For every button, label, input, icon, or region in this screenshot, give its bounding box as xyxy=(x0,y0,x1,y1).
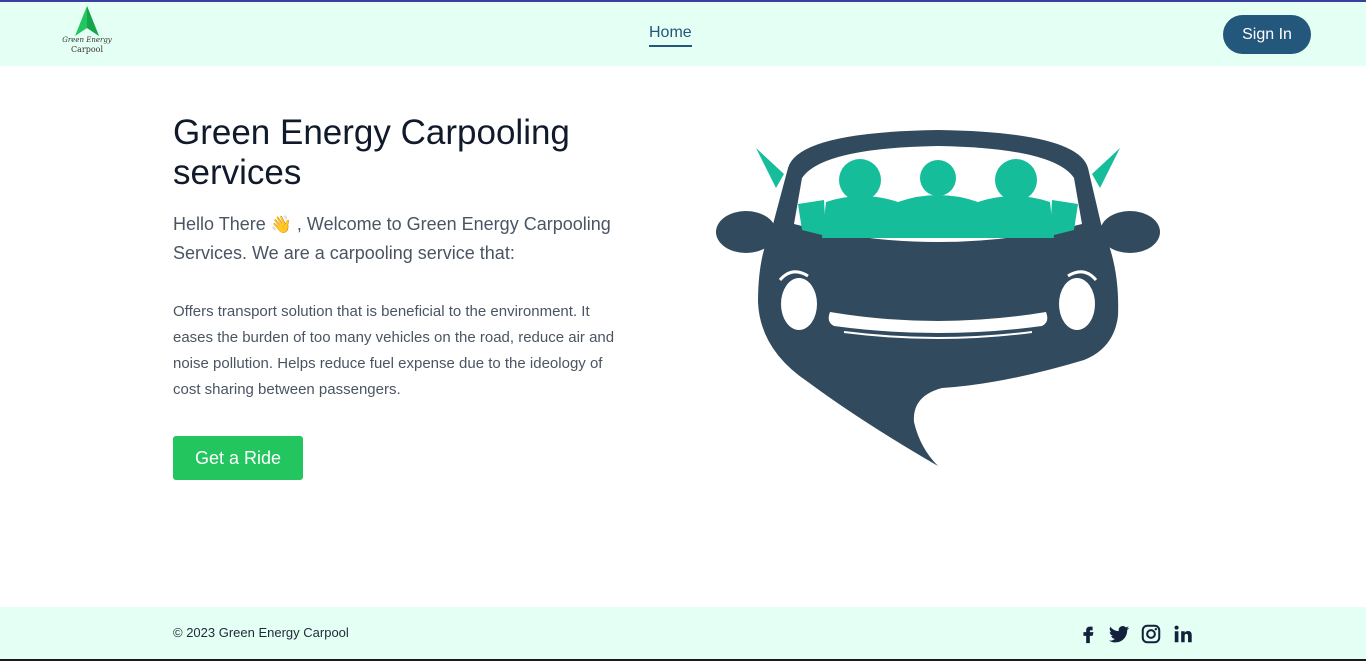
welcome-prefix: Hello There xyxy=(173,214,266,234)
facebook-icon[interactable] xyxy=(1077,623,1099,645)
welcome-text: Hello There 👋 , Welcome to Green Energy … xyxy=(173,210,623,268)
copyright-text: © 2023 Green Energy Carpool xyxy=(173,625,349,640)
site-header: Green Energy Carpool Home Sign In xyxy=(0,2,1366,66)
logo-text-line1: Green Energy xyxy=(62,36,112,44)
page: Green Energy Carpool Home Sign In Green … xyxy=(0,0,1366,661)
hero-title: Green Energy Carpooling services xyxy=(173,113,570,192)
site-footer: © 2023 Green Energy Carpool xyxy=(0,607,1366,659)
sign-in-button[interactable]: Sign In xyxy=(1223,15,1311,54)
instagram-icon[interactable] xyxy=(1140,623,1162,645)
nav-home-link[interactable]: Home xyxy=(649,24,692,47)
service-description: Offers transport solution that is benefi… xyxy=(173,303,615,398)
arrow-logo-icon xyxy=(75,6,99,36)
twitter-icon[interactable] xyxy=(1108,623,1130,645)
carpool-car-illustration xyxy=(716,130,1160,466)
get-a-ride-button[interactable]: Get a Ride xyxy=(173,436,303,480)
linkedin-icon[interactable] xyxy=(1172,623,1194,645)
logo-text-line2: Carpool xyxy=(70,45,104,54)
logo[interactable]: Green Energy Carpool xyxy=(60,6,114,62)
waving-hand-icon: 👋 xyxy=(270,215,292,234)
